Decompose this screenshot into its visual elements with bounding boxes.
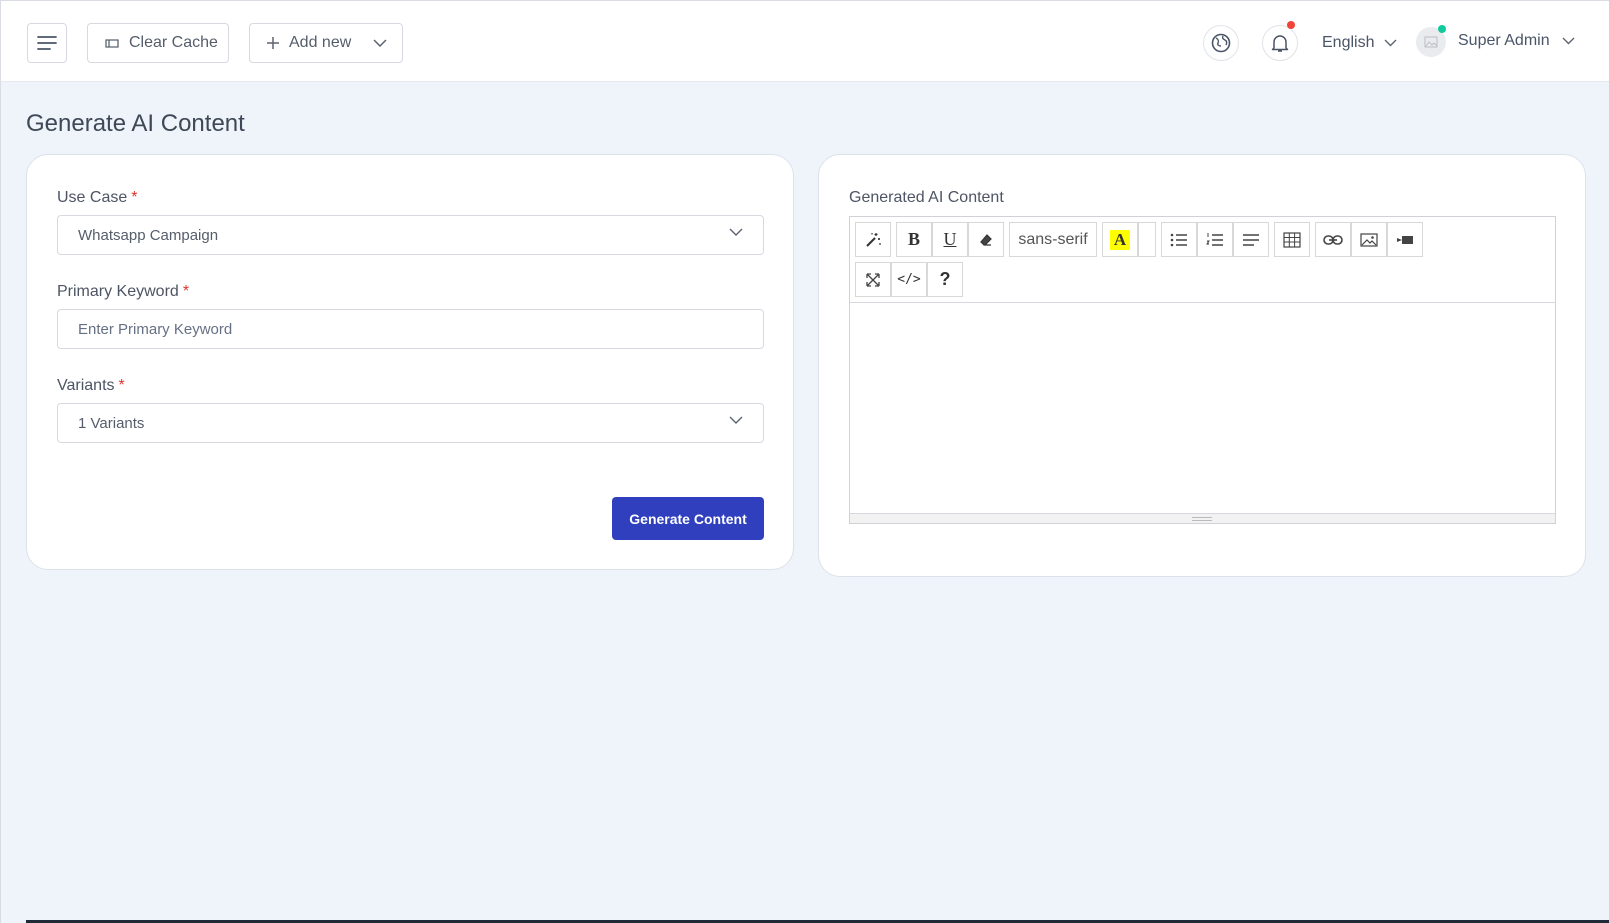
bell-icon xyxy=(1271,33,1289,53)
magic-style-button[interactable] xyxy=(855,222,891,257)
generate-content-button[interactable]: Generate Content xyxy=(612,497,764,540)
use-case-select[interactable]: Whatsapp Campaign xyxy=(57,215,764,255)
user-menu[interactable]: Super Admin xyxy=(1458,29,1575,53)
globe-icon xyxy=(1211,33,1231,53)
bold-glyph: B xyxy=(907,229,920,249)
chevron-down-icon xyxy=(373,39,387,47)
expand-icon xyxy=(865,272,881,288)
color-dropdown-button[interactable] xyxy=(1138,222,1156,257)
editor-toolbar: B U sans-serif A </> ? xyxy=(850,217,1555,303)
text-color-button[interactable]: A xyxy=(1102,222,1138,257)
help-button[interactable]: ? xyxy=(927,262,963,297)
online-status-dot xyxy=(1438,25,1446,33)
font-family-dropdown[interactable]: sans-serif xyxy=(1009,222,1097,257)
required-mark: * xyxy=(131,189,138,206)
align-icon xyxy=(1242,233,1260,247)
variants-label: Variants * xyxy=(57,377,125,395)
top-bar: Clear Cache Add new English Super Admin xyxy=(0,0,1609,82)
video-button[interactable] xyxy=(1387,222,1423,257)
eraser-icon xyxy=(979,233,993,247)
use-case-value: Whatsapp Campaign xyxy=(78,226,219,244)
chevron-down-icon xyxy=(1562,37,1575,45)
video-icon xyxy=(1396,234,1414,246)
magic-wand-icon xyxy=(864,231,882,249)
chevron-down-icon xyxy=(729,416,743,424)
link-icon xyxy=(1323,234,1343,246)
table-button[interactable] xyxy=(1274,222,1310,257)
add-new-button[interactable]: Add new xyxy=(249,23,403,63)
chevron-down-icon xyxy=(729,228,743,236)
variants-value: 1 Variants xyxy=(78,414,145,432)
eraser-icon xyxy=(104,36,120,50)
hamburger-icon xyxy=(37,35,57,51)
menu-toggle-button[interactable] xyxy=(27,23,67,63)
highlight-color-icon: A xyxy=(1110,229,1130,250)
clear-cache-button[interactable]: Clear Cache xyxy=(87,23,229,63)
add-new-label: Add new xyxy=(289,34,352,51)
required-mark: * xyxy=(118,377,125,394)
primary-keyword-label: Primary Keyword * xyxy=(57,283,189,301)
variants-select[interactable]: 1 Variants xyxy=(57,403,764,443)
page-title: Generate AI Content xyxy=(26,110,245,137)
rich-text-editor: B U sans-serif A </> ? xyxy=(849,216,1556,524)
variants-label-text: Variants xyxy=(57,377,115,394)
image-button[interactable] xyxy=(1351,222,1387,257)
primary-keyword-input[interactable]: Enter Primary Keyword xyxy=(57,309,764,349)
user-name: Super Admin xyxy=(1458,32,1550,49)
paragraph-align-button[interactable] xyxy=(1233,222,1269,257)
generated-content-label: Generated AI Content xyxy=(849,189,1004,206)
clear-format-button[interactable] xyxy=(968,222,1004,257)
bold-button[interactable]: B xyxy=(896,222,932,257)
website-button[interactable] xyxy=(1203,25,1239,61)
use-case-label-text: Use Case xyxy=(57,189,128,206)
primary-keyword-label-text: Primary Keyword xyxy=(57,283,179,300)
required-mark: * xyxy=(182,283,190,300)
table-icon xyxy=(1283,231,1301,248)
font-family-value: sans-serif xyxy=(1018,230,1088,248)
editor-resize-bar[interactable] xyxy=(850,513,1555,523)
picture-icon xyxy=(1360,232,1378,247)
numbered-list-icon xyxy=(1206,232,1224,248)
unordered-list-button[interactable] xyxy=(1161,222,1197,257)
plus-icon xyxy=(266,36,280,50)
image-placeholder-icon xyxy=(1424,36,1438,48)
page-left-border xyxy=(0,82,1,923)
underline-glyph: U xyxy=(943,229,957,249)
code-icon: </> xyxy=(897,272,921,287)
resize-grip-icon xyxy=(1192,517,1212,521)
generate-form-card: Use Case * Whatsapp Campaign Primary Keyw… xyxy=(26,154,794,570)
ordered-list-button[interactable] xyxy=(1197,222,1233,257)
fullscreen-button[interactable] xyxy=(855,262,891,297)
underline-button[interactable]: U xyxy=(932,222,968,257)
link-button[interactable] xyxy=(1315,222,1351,257)
notifications-button[interactable] xyxy=(1262,25,1298,61)
generated-content-card: Generated AI Content B U sans-serif A </… xyxy=(818,154,1586,577)
notification-badge xyxy=(1287,21,1295,29)
bullet-list-icon xyxy=(1170,233,1188,247)
editor-content-area[interactable] xyxy=(850,304,1555,513)
code-view-button[interactable]: </> xyxy=(891,262,927,297)
language-label: English xyxy=(1322,34,1375,51)
use-case-label: Use Case * xyxy=(57,189,137,207)
language-selector[interactable]: English xyxy=(1322,31,1397,55)
clear-cache-label: Clear Cache xyxy=(129,34,218,51)
help-icon: ? xyxy=(939,269,951,289)
chevron-down-icon xyxy=(1384,39,1397,47)
primary-keyword-placeholder: Enter Primary Keyword xyxy=(78,320,233,338)
